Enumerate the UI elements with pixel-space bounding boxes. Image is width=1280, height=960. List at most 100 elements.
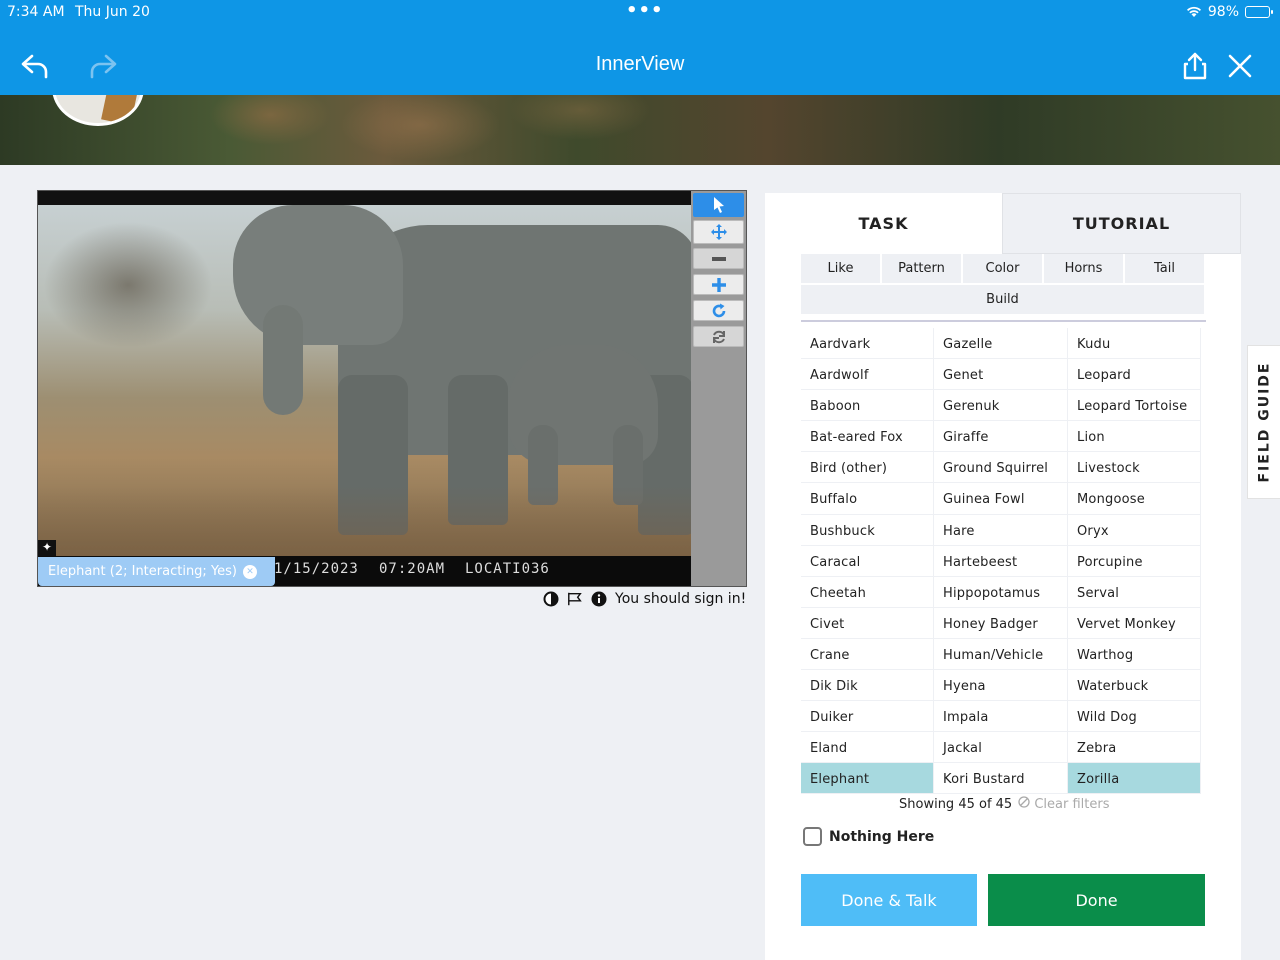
zoom-out-button[interactable]	[693, 248, 744, 269]
status-time: 7:34 AM	[7, 4, 65, 20]
species-list: Aardvark Gazelle Kudu Aardwolf Genet Leopard B…	[801, 328, 1201, 795]
species-item[interactable]: Dik Dik	[801, 670, 934, 702]
location-stamp: LOCATI036	[465, 561, 550, 577]
species-item[interactable]: Oryx	[1068, 514, 1201, 546]
share-icon[interactable]	[1178, 50, 1212, 82]
species-item[interactable]: Mongoose	[1068, 483, 1201, 515]
top-bar: 7:34 AM Thu Jun 20 ••• 98% InnerView	[0, 0, 1280, 95]
field-guide-tab[interactable]: FIELD GUIDE	[1247, 345, 1280, 499]
subject-viewer[interactable]: ✦ 1/15/2023 07:20AM LOCATI036 Elephant (…	[37, 190, 747, 587]
species-item[interactable]: Wild Dog	[1068, 701, 1201, 733]
species-item[interactable]: Waterbuck	[1068, 670, 1201, 702]
species-item[interactable]: Hartebeest	[934, 545, 1068, 577]
species-item[interactable]: Impala	[934, 701, 1068, 733]
species-item[interactable]: Vervet Monkey	[1068, 607, 1201, 639]
nothing-here-label: Nothing Here	[829, 828, 935, 845]
done-button[interactable]: Done	[988, 874, 1205, 926]
species-item[interactable]: Baboon	[801, 390, 934, 422]
tab-tutorial[interactable]: TUTORIAL	[1002, 193, 1241, 254]
species-item[interactable]: Eland	[801, 732, 934, 764]
pointer-icon	[713, 197, 724, 213]
species-item[interactable]: Cheetah	[801, 576, 934, 608]
species-item[interactable]: Honey Badger	[934, 607, 1068, 639]
done-and-talk-button[interactable]: Done & Talk	[801, 874, 977, 926]
species-item[interactable]: Genet	[934, 359, 1068, 391]
viewer-toolbar	[691, 191, 746, 586]
annotate-tool-button[interactable]	[693, 193, 744, 217]
filter-pattern[interactable]: Pattern	[882, 254, 961, 283]
species-item[interactable]: Aardvark	[801, 328, 934, 360]
close-icon[interactable]	[1223, 50, 1257, 82]
multitasking-dots[interactable]: •••	[626, 0, 664, 21]
minus-icon	[711, 256, 726, 261]
filter-divider	[801, 320, 1206, 322]
species-item[interactable]: Serval	[1068, 576, 1201, 608]
project-avatar[interactable]	[52, 95, 144, 126]
viewer-meta-bar: You should sign in!	[543, 591, 746, 607]
move-icon	[710, 224, 727, 240]
species-item[interactable]: Bird (other)	[801, 452, 934, 484]
filter-tail[interactable]: Tail	[1125, 254, 1204, 283]
move-tool-button[interactable]	[693, 220, 744, 244]
species-item[interactable]: Leopard Tortoise	[1068, 390, 1201, 422]
remove-annotation-icon[interactable]: ✕	[243, 564, 258, 579]
signin-message: You should sign in!	[615, 591, 747, 607]
refresh-icon	[712, 330, 725, 343]
filter-horns[interactable]: Horns	[1044, 254, 1123, 283]
task-panel: TASK TUTORIAL Like Pattern Color Horns T…	[765, 193, 1241, 960]
camera-trap-photo[interactable]	[38, 205, 691, 556]
species-item[interactable]: Kudu	[1068, 328, 1201, 360]
species-item[interactable]: Leopard	[1068, 359, 1201, 391]
species-item[interactable]: Lion	[1068, 421, 1201, 453]
info-icon[interactable]	[591, 591, 607, 607]
species-item[interactable]: Crane	[801, 638, 934, 671]
flag-icon[interactable]	[567, 591, 583, 607]
species-item[interactable]: Guinea Fowl	[934, 483, 1068, 515]
nothing-here-checkbox[interactable]	[803, 827, 822, 846]
species-item[interactable]: Warthog	[1068, 638, 1201, 671]
time-stamp: 07:20AM	[379, 561, 446, 577]
project-banner	[0, 95, 1280, 165]
tab-task[interactable]: TASK	[765, 193, 1002, 254]
panel-tabs: TASK TUTORIAL	[765, 193, 1241, 254]
reset-view-button[interactable]	[693, 326, 744, 347]
showing-text: Showing 45 of 45	[899, 796, 1013, 812]
species-item[interactable]: Hare	[934, 514, 1068, 546]
filter-like[interactable]: Like	[801, 254, 880, 283]
filter-color[interactable]: Color	[963, 254, 1042, 283]
species-item[interactable]: Gerenuk	[934, 390, 1068, 422]
species-item[interactable]: Livestock	[1068, 452, 1201, 484]
species-item[interactable]: Jackal	[934, 732, 1068, 764]
species-item[interactable]: Duiker	[801, 701, 934, 733]
species-item[interactable]: Aardwolf	[801, 359, 934, 391]
species-item[interactable]: Buffalo	[801, 483, 934, 515]
species-item[interactable]: Bushbuck	[801, 514, 934, 546]
zoom-in-button[interactable]	[693, 274, 744, 295]
species-item[interactable]: Hippopotamus	[934, 576, 1068, 608]
date-stamp: 1/15/2023	[274, 561, 359, 577]
nothing-here-option[interactable]: Nothing Here	[803, 827, 934, 846]
page-title: InnerView	[595, 53, 685, 75]
species-item[interactable]: Elephant	[801, 763, 934, 795]
clear-filters-label: Clear filters	[1034, 797, 1110, 812]
species-item[interactable]: Bat-eared Fox	[801, 421, 934, 453]
species-item[interactable]: Ground Squirrel	[934, 452, 1068, 484]
clear-filters-link[interactable]: Clear filters	[1018, 796, 1110, 812]
status-right: 98%	[1186, 4, 1273, 20]
species-item[interactable]: Civet	[801, 607, 934, 639]
species-item[interactable]: Giraffe	[934, 421, 1068, 453]
species-item[interactable]: Zorilla	[1068, 763, 1201, 795]
species-item[interactable]: Human/Vehicle	[934, 638, 1068, 671]
species-item[interactable]: Porcupine	[1068, 545, 1201, 577]
species-item[interactable]: Kori Bustard	[934, 763, 1068, 795]
rotate-button[interactable]	[693, 300, 744, 321]
species-item[interactable]: Caracal	[801, 545, 934, 577]
species-item[interactable]: Gazelle	[934, 328, 1068, 360]
invert-icon[interactable]	[543, 591, 559, 607]
species-item[interactable]: Zebra	[1068, 732, 1201, 764]
annotation-chip[interactable]: Elephant (2; Interacting; Yes) ✕	[38, 557, 275, 586]
wifi-icon	[1186, 6, 1201, 17]
species-item[interactable]: Hyena	[934, 670, 1068, 702]
filter-build[interactable]: Build	[801, 285, 1204, 314]
rotate-icon	[712, 303, 725, 317]
